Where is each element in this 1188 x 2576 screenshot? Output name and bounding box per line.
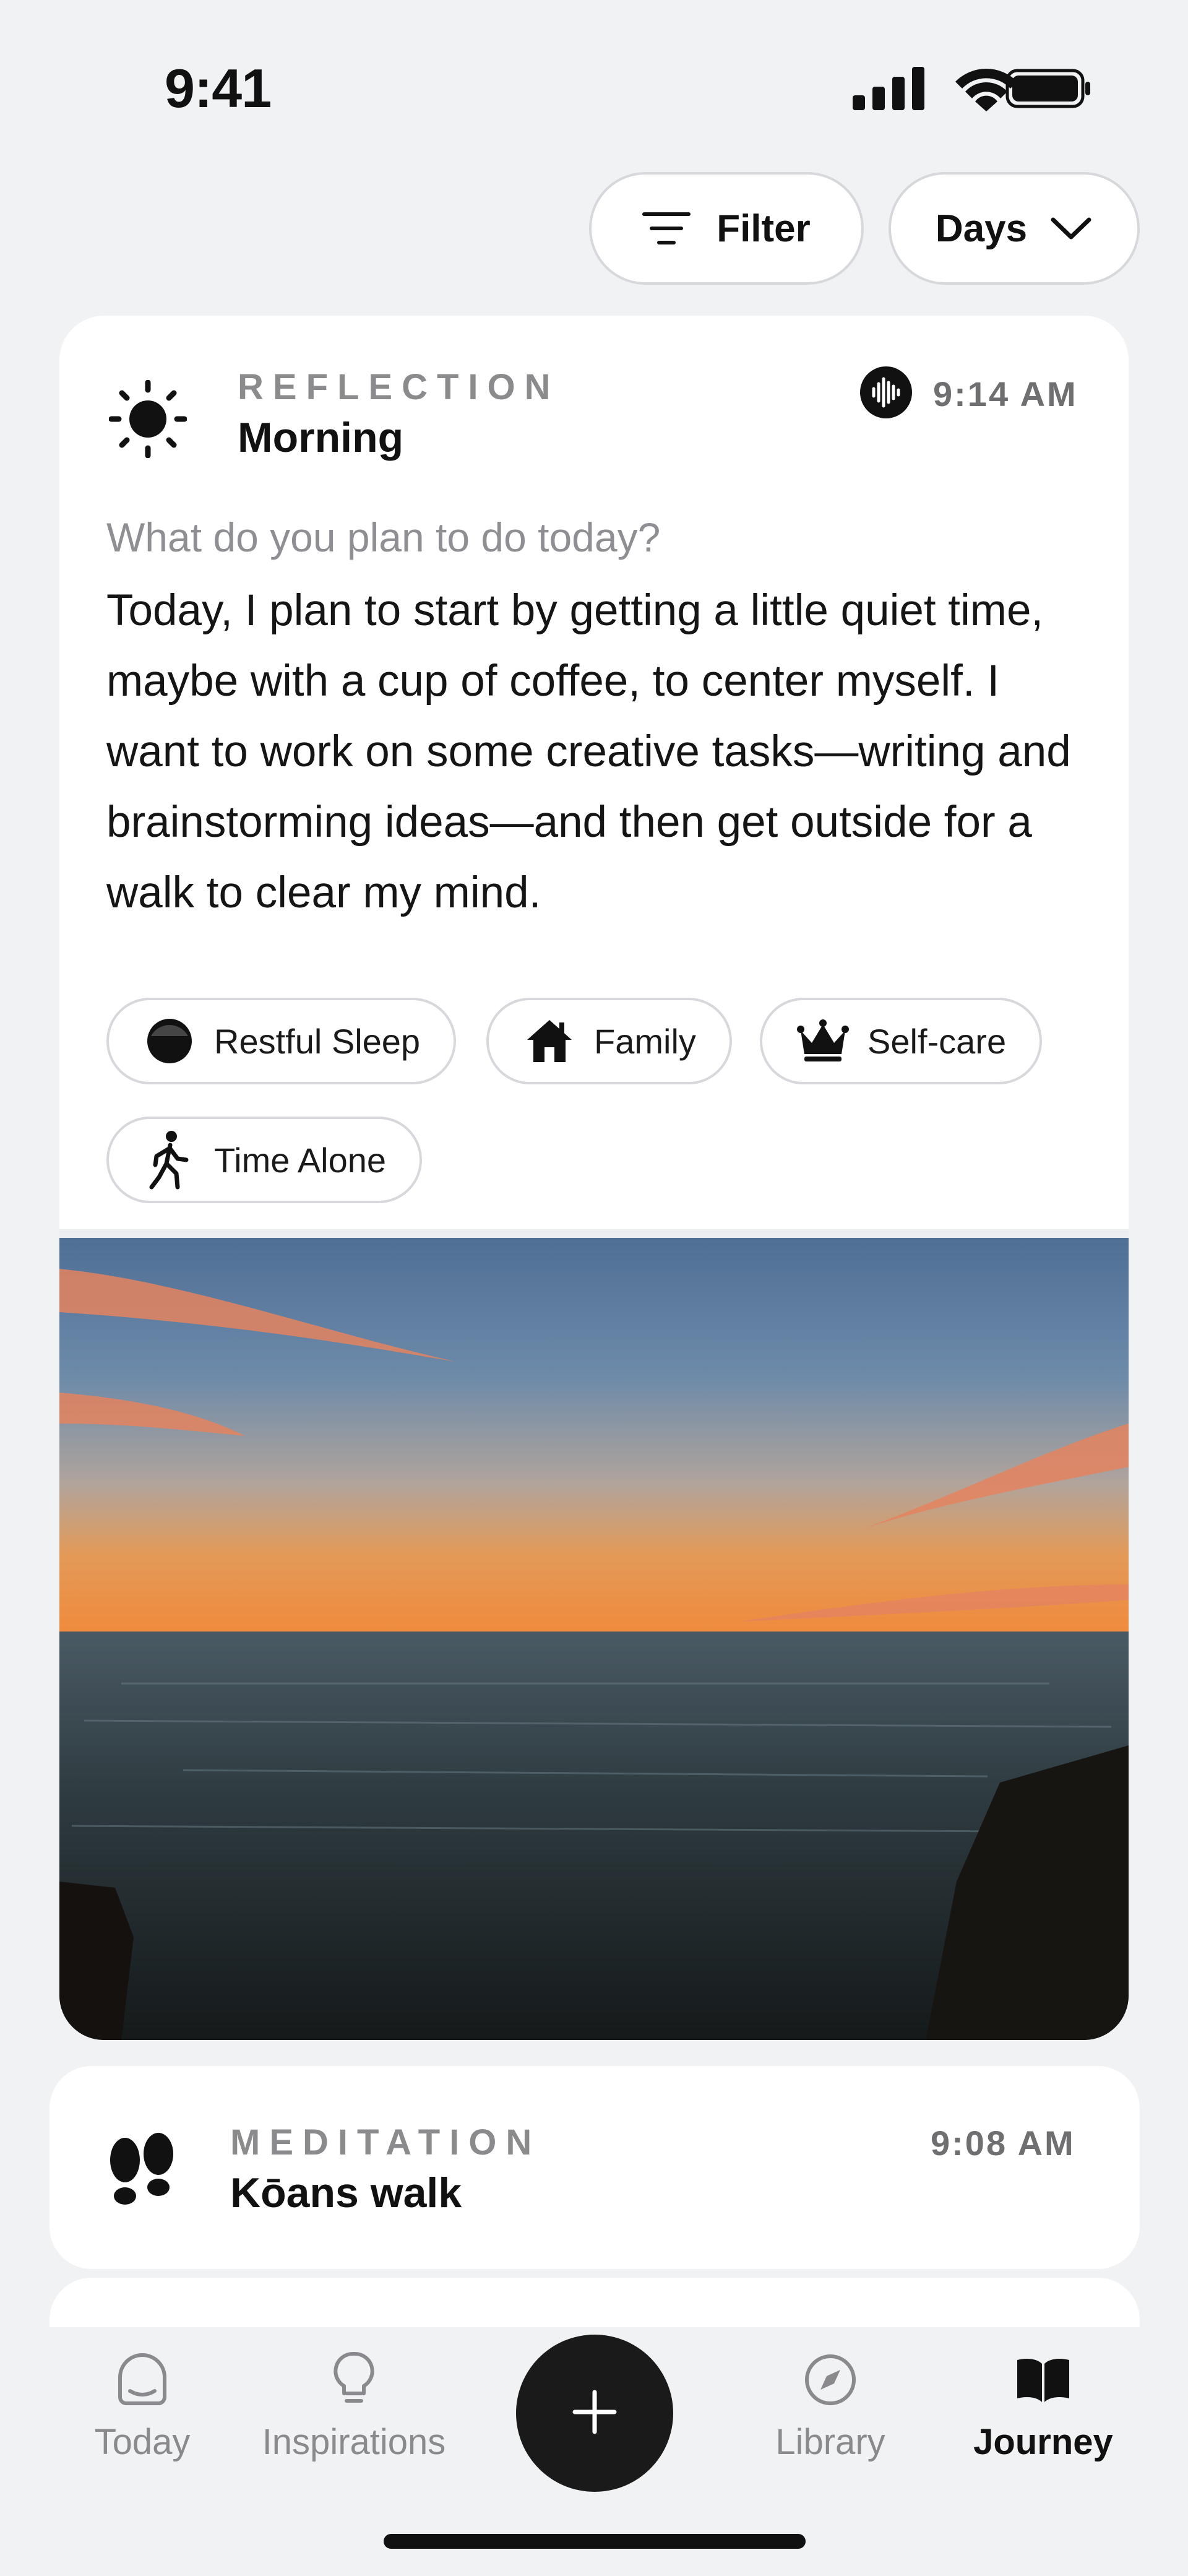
- compass-icon: [762, 2346, 898, 2414]
- footprints-icon: [106, 2133, 178, 2206]
- battery-icon: [1005, 69, 1090, 108]
- bowl-icon: [74, 2346, 210, 2414]
- entry-title: Morning: [238, 414, 404, 461]
- walking-person-icon: [144, 1131, 196, 1190]
- tab-today[interactable]: Today: [74, 2346, 210, 2463]
- tag-label: Self-care: [867, 1021, 1007, 1061]
- sunset-ocean-photo[interactable]: [59, 1238, 1129, 2040]
- status-time: 9:41: [165, 58, 272, 119]
- chevron-down-icon: [1049, 215, 1093, 242]
- audio-waveform-icon: [860, 366, 912, 418]
- moon-icon: [144, 1015, 196, 1067]
- house-icon: [523, 1015, 575, 1067]
- crown-icon: [797, 1015, 849, 1067]
- tab-label: Inspirations: [262, 2422, 446, 2462]
- tag-restful-sleep[interactable]: Restful Sleep: [106, 998, 457, 1084]
- tab-journey[interactable]: Journey: [960, 2346, 1126, 2463]
- reflection-entry-card[interactable]: REFLECTION Morning 9:14 AM What do you p…: [59, 316, 1129, 2040]
- status-icons: [849, 64, 1091, 111]
- tag-label: Restful Sleep: [214, 1021, 421, 1061]
- tab-inspirations[interactable]: Inspirations: [255, 2346, 453, 2463]
- entry-prompt: What do you plan to do today?: [106, 514, 661, 560]
- days-dropdown[interactable]: Days: [889, 172, 1140, 285]
- sun-icon: [108, 379, 187, 459]
- entry-body: Today, I plan to start by getting a litt…: [106, 586, 1071, 917]
- tag-family[interactable]: Family: [486, 998, 732, 1084]
- tab-library[interactable]: Library: [762, 2346, 898, 2463]
- tag-self-care[interactable]: Self-care: [760, 998, 1043, 1084]
- entry-title: Kōans walk: [230, 2169, 462, 2216]
- tab-label: Library: [775, 2422, 885, 2462]
- entry-kind-label: REFLECTION: [238, 367, 560, 407]
- tag-label: Family: [594, 1021, 696, 1061]
- tab-label: Today: [94, 2422, 191, 2462]
- filter-icon: [642, 211, 692, 246]
- home-indicator: [384, 2534, 806, 2549]
- tab-label: Journey: [973, 2422, 1113, 2462]
- cellular-signal-icon: [853, 67, 924, 110]
- days-label: Days: [935, 207, 1028, 250]
- book-icon: [960, 2346, 1126, 2414]
- tag-label: Time Alone: [214, 1140, 387, 1180]
- lightbulb-icon: [255, 2346, 453, 2414]
- tag-time-alone[interactable]: Time Alone: [106, 1117, 423, 1203]
- add-entry-button[interactable]: [516, 2335, 673, 2492]
- entry-kind-label: MEDITATION: [230, 2122, 541, 2163]
- filter-button[interactable]: Filter: [589, 172, 864, 285]
- entry-time: 9:08 AM: [931, 2124, 1075, 2163]
- filter-label: Filter: [717, 207, 811, 250]
- entry-time: 9:14 AM: [933, 374, 1078, 413]
- plus-icon: [571, 2388, 618, 2439]
- card-divider: [59, 1229, 1129, 1238]
- meditation-entry-card[interactable]: MEDITATION Kōans walk 9:08 AM: [50, 2066, 1140, 2269]
